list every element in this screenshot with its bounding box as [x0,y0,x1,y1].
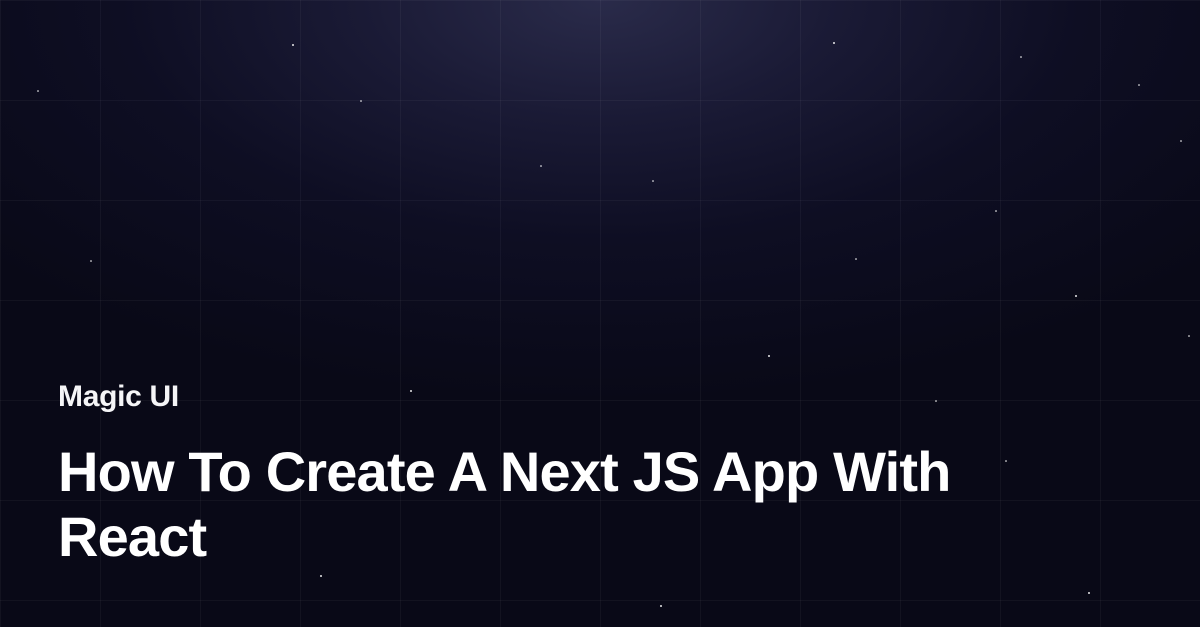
star-icon [320,575,322,577]
star-icon [540,165,542,167]
star-icon [1180,140,1182,142]
star-icon [652,180,654,182]
hero-content: Magic UI How To Create A Next JS App Wit… [58,380,958,569]
star-icon [1020,56,1022,58]
star-icon [660,605,662,607]
star-icon [1188,335,1190,337]
star-icon [995,210,997,212]
star-icon [855,258,857,260]
star-icon [768,355,770,357]
star-icon [833,42,835,44]
brand-label: Magic UI [58,380,958,414]
star-icon [1138,84,1140,86]
star-icon [360,100,362,102]
star-icon [1088,592,1090,594]
star-icon [292,44,294,46]
star-icon [90,260,92,262]
page-title: How To Create A Next JS App With React [58,440,958,569]
star-icon [1075,295,1077,297]
star-icon [37,90,39,92]
star-icon [1005,460,1007,462]
